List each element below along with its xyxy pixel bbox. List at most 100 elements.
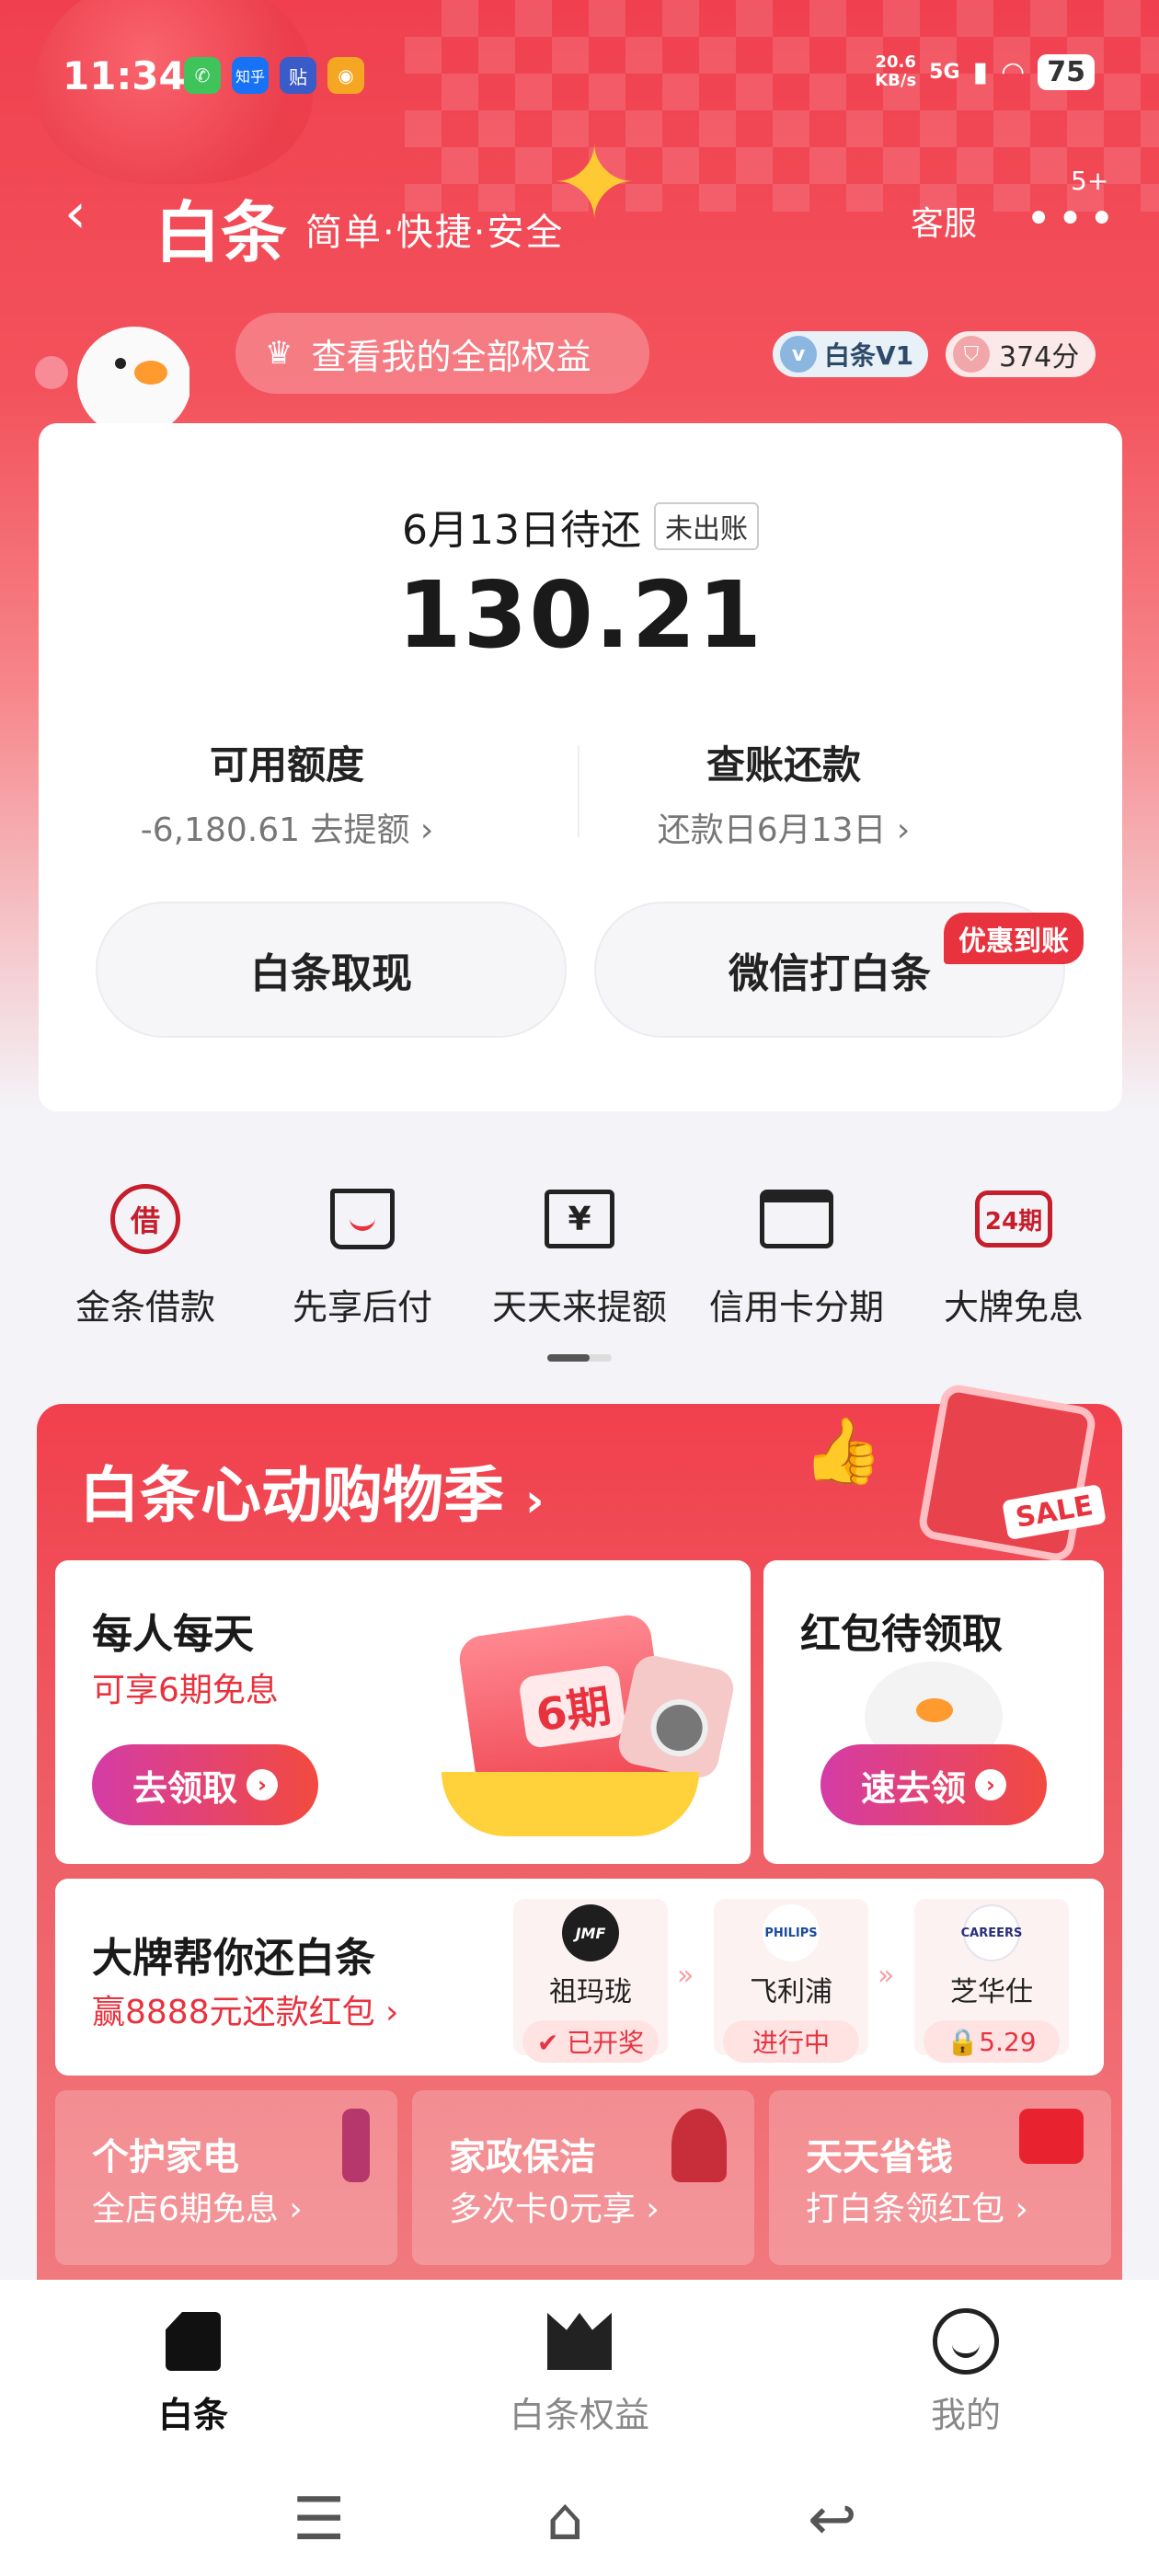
claim-button[interactable]: 去领取 › [92, 1744, 318, 1825]
view-all-benefits-button[interactable]: ♛ 查看我的全部权益 [235, 313, 649, 394]
tab-label: 我的 [930, 2395, 1001, 2435]
credit-card-icon [760, 1190, 833, 1248]
quick-action-interest-free[interactable]: 24期 大牌免息 [905, 1178, 1122, 1362]
mini-card-housekeeping[interactable]: 家政保洁 多次卡0元享 › [412, 2090, 754, 2265]
chevron-right-icon: › [524, 1474, 545, 1527]
home-icon[interactable]: ⌂ [546, 2486, 584, 2554]
brand-name: 祖玛珑 [549, 1976, 632, 2008]
available-credit[interactable]: 可用额度 -6,180.61 去提额 › [39, 734, 535, 851]
face-icon [933, 2308, 999, 2375]
thumbs-up-icon: 👍 [802, 1413, 883, 1489]
more-badge: 5+ [1071, 166, 1109, 196]
daily-interest-free-card[interactable]: 每人每天 可享6期免息 6期 去领取 › [55, 1560, 751, 1864]
camera-illustration [614, 1651, 738, 1782]
page-title: 白条 [155, 194, 288, 271]
quick-action-loan[interactable]: 借 金条借款 [37, 1178, 254, 1362]
brand-status: ✔ 已开奖 [522, 2020, 659, 2063]
loan-icon: 借 [110, 1184, 180, 1254]
mini-card-subtitle: 全店6期免息 › [92, 2191, 303, 2228]
back-icon[interactable]: ‹ [64, 186, 86, 241]
more-icon[interactable]: ••• [1026, 193, 1120, 245]
mini-card-personal-care[interactable]: 个护家电 全店6期免息 › [55, 2090, 397, 2265]
quick-action-buy-now-pay-later[interactable]: 先享后付 [254, 1178, 471, 1362]
level-label: 白条V1 [824, 340, 914, 371]
unbilled-tag: 未出账 [653, 502, 759, 550]
tab-label: 白条权益 [509, 2395, 649, 2435]
tab-baitiao[interactable]: 白条 [55, 2307, 331, 2437]
phone-app-icon: ✆ [184, 57, 221, 94]
chevron-right-icon: » [677, 1960, 694, 1992]
brand-repay-card[interactable]: 大牌帮你还白条 赢8888元还款红包 › JMF 祖玛珑 ✔ 已开奖 » PHI… [55, 1879, 1104, 2076]
quick-action-credit-raise[interactable]: ¥ 天天来提额 [471, 1178, 688, 1362]
envelope-label: 6期 [518, 1663, 628, 1750]
benefits-label: 查看我的全部权益 [311, 336, 591, 377]
shopping-season-title[interactable]: 白条心动购物季 › [79, 1446, 545, 1535]
shopping-bag-decoration [916, 1382, 1098, 1564]
brand-cheers[interactable]: CAREERS 芝华仕 🔒5.29 [914, 1899, 1069, 2063]
repay-date: 还款日6月13日 › [657, 811, 911, 849]
mini-card-title: 家政保洁 [449, 2136, 596, 2179]
quick-action-label: 先享后付 [292, 1287, 432, 1328]
shopping-bag-icon [330, 1189, 395, 1249]
menu-icon[interactable]: ☰ [293, 2486, 345, 2554]
hair-dryer-icon [342, 2109, 370, 2182]
brand-jomalone[interactable]: JMF 祖玛珑 ✔ 已开奖 [513, 1899, 668, 2063]
quick-action-label: 大牌免息 [943, 1287, 1084, 1328]
brand-status: 🔒5.29 [924, 2020, 1060, 2063]
red-packet-card[interactable]: 红包待领取 速去领 › [763, 1560, 1104, 1864]
philips-logo: PHILIPS [763, 1904, 820, 1961]
quick-claim-button[interactable]: 速去领 › [820, 1744, 1047, 1825]
quick-action-label: 金条借款 [75, 1287, 215, 1328]
tieba-app-icon: 贴 [280, 57, 316, 94]
arrow-right-icon: › [975, 1769, 1006, 1800]
tab-mine[interactable]: 我的 [828, 2307, 1104, 2437]
due-row: 6月13日待还 未出账 [39, 497, 1122, 556]
bill-icon [166, 2312, 221, 2371]
net-speed: 20.6 KB/s [875, 53, 916, 90]
score-label: 374分 [999, 341, 1080, 374]
check-and-repay[interactable]: 查账还款 还款日6月13日 › [535, 734, 1032, 851]
quick-action-label: 天天来提额 [491, 1287, 667, 1328]
due-amount[interactable]: 130.21 [39, 561, 1122, 669]
available-credit-value: -6,180.61 去提额 › [140, 811, 434, 849]
weibo-app-icon: ◉ [327, 57, 364, 94]
brand-status: 进行中 [723, 2020, 859, 2063]
level-icon: v [780, 336, 817, 373]
due-label: 6月13日待还 [402, 507, 641, 554]
nav-bar: ‹ 白条 简单·快捷·安全 ✦ 客服 ••• 5+ [0, 124, 1159, 271]
status-time: 11:34 [63, 53, 186, 98]
level-badge[interactable]: v 白条V1 [773, 331, 929, 377]
score-badge[interactable]: ⛉ 374分 [946, 331, 1096, 377]
shopping-season-section: 白条心动购物季 › 👍 SALE 每人每天 可享6期免息 6期 去领取 › 红包… [37, 1382, 1122, 2287]
quick-actions: 借 金条借款 先享后付 ¥ 天天来提额 信用卡分期 24期 大牌免息 [0, 1178, 1159, 1362]
interest-free-icon: 24期 [975, 1190, 1052, 1248]
arrow-right-icon: › [247, 1769, 278, 1800]
status-app-icons: ✆ 知乎 贴 ◉ [184, 57, 364, 94]
star-decoration: ✦ [552, 124, 637, 242]
net-speed-value: 20.6 [875, 52, 916, 72]
status-indicators: 20.6 KB/s 5G ▮ ◠ 75 [875, 53, 1095, 90]
scroll-indicator [547, 1354, 612, 1362]
page-subtitle: 简单·快捷·安全 [305, 212, 565, 254]
jomalone-logo: JMF [562, 1904, 619, 1961]
customer-service-button[interactable]: 客服 [911, 197, 977, 245]
red-packet-title: 红包待领取 [800, 1611, 1003, 1658]
crown-icon: ♛ [265, 335, 293, 372]
zhihu-app-icon: 知乎 [232, 57, 269, 94]
quick-action-credit-card-installment[interactable]: 信用卡分期 [688, 1178, 905, 1362]
promo-tag: 优惠到账 [944, 913, 1084, 964]
brand-philips[interactable]: PHILIPS 飞利浦 进行中 [714, 1899, 868, 2063]
cash-withdraw-button[interactable]: 白条取现 [96, 902, 567, 1038]
mini-card-daily-savings[interactable]: 天天省钱 打白条领红包 › [769, 2090, 1111, 2265]
brand-name: 芝华仕 [950, 1976, 1033, 2008]
wifi-icon: ◠ [1001, 55, 1026, 88]
back-nav-icon[interactable]: ↩ [808, 2486, 857, 2554]
brand-name: 飞利浦 [750, 1976, 832, 2008]
tab-benefits[interactable]: 白条权益 [442, 2307, 717, 2437]
mini-card-title: 个护家电 [92, 2136, 239, 2179]
tab-label: 白条 [157, 2395, 228, 2435]
mini-card-title: 天天省钱 [806, 2136, 953, 2179]
quick-claim-button-label: 速去领 [860, 1767, 966, 1809]
cheers-logo: CAREERS [961, 1904, 1022, 1961]
duck-mascot [35, 327, 189, 428]
